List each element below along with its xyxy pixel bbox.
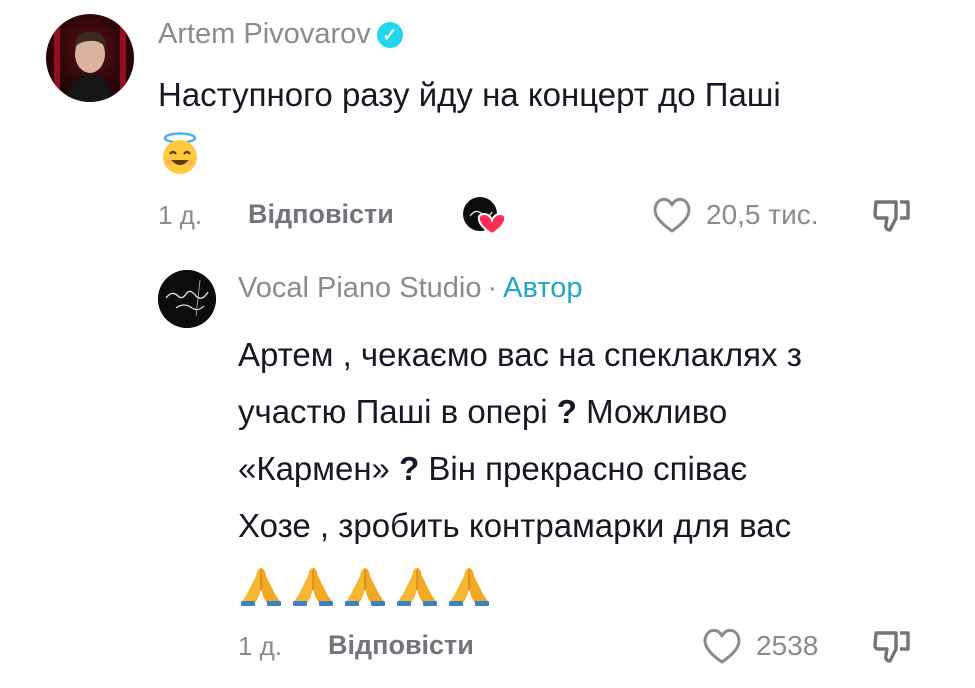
reply-text: Артем , чекаємо вас на спеклаклях з учас… [238, 326, 958, 611]
reply-author-name: Vocal Piano Studio [238, 272, 482, 304]
folded-hands-row [238, 564, 498, 607]
question-mark: ? [556, 393, 577, 430]
folded-hands-icon [397, 568, 437, 607]
reply-avatar[interactable] [158, 270, 216, 328]
reply-like-button[interactable] [700, 626, 744, 671]
author-name: Artem Pivovarov [158, 18, 371, 50]
like-button[interactable] [650, 195, 694, 240]
creator-liked-indicator [462, 194, 512, 236]
folded-hands-icon [293, 568, 333, 607]
avatar[interactable] [46, 14, 134, 102]
reply-line-3b: Він прекрасно співає [428, 450, 748, 487]
dislike-button[interactable] [872, 194, 916, 241]
folded-hands-icon [241, 568, 281, 607]
avatar-photo [54, 22, 126, 102]
reply-author[interactable]: Vocal Piano Studio · Автор [238, 272, 582, 305]
reply-like-count: 2538 [756, 630, 819, 661]
like-count: 20,5 тис. [706, 199, 819, 230]
reply-line-1: Артем , чекаємо вас на спеклаклях з [238, 336, 802, 373]
thumbs-down-icon [873, 200, 910, 232]
thumbs-down-icon [873, 631, 910, 663]
vocal-piano-studio-logo [158, 270, 216, 328]
comment-time: 1 д. [158, 200, 203, 230]
question-mark: ? [399, 450, 420, 487]
smiling-face-with-halo-icon [163, 132, 197, 175]
reply-line-4: Хозе , зробить контрамарки для вас [238, 507, 792, 544]
reply-dislike-button[interactable] [872, 625, 916, 672]
verified-badge-icon: ✓ [376, 22, 403, 48]
folded-hands-icon [345, 568, 385, 607]
comment-text-body: Наступного разу йду на концерт до Паші [158, 76, 781, 113]
reply-time: 1 д. [238, 631, 283, 661]
heart-outline-icon [703, 628, 741, 664]
reply-button[interactable]: Відповісти [248, 199, 394, 230]
creator-liked-avatar-icon [463, 197, 507, 236]
reply-line-2: участю Паші в опері [238, 393, 548, 430]
comment-author[interactable]: Artem Pivovarov ✓ [158, 18, 403, 51]
separator-dot: · [487, 272, 498, 304]
heart-outline-icon [653, 197, 691, 233]
folded-hands-icon [449, 568, 489, 607]
author-badge: Автор [503, 272, 583, 304]
comment-text: Наступного разу йду на концерт до Паші [158, 66, 918, 180]
reply-reply-button[interactable]: Відповісти [328, 630, 474, 661]
reply-line-3: «Кармен» [238, 450, 390, 487]
reply-line-2b: Можливо [586, 393, 728, 430]
